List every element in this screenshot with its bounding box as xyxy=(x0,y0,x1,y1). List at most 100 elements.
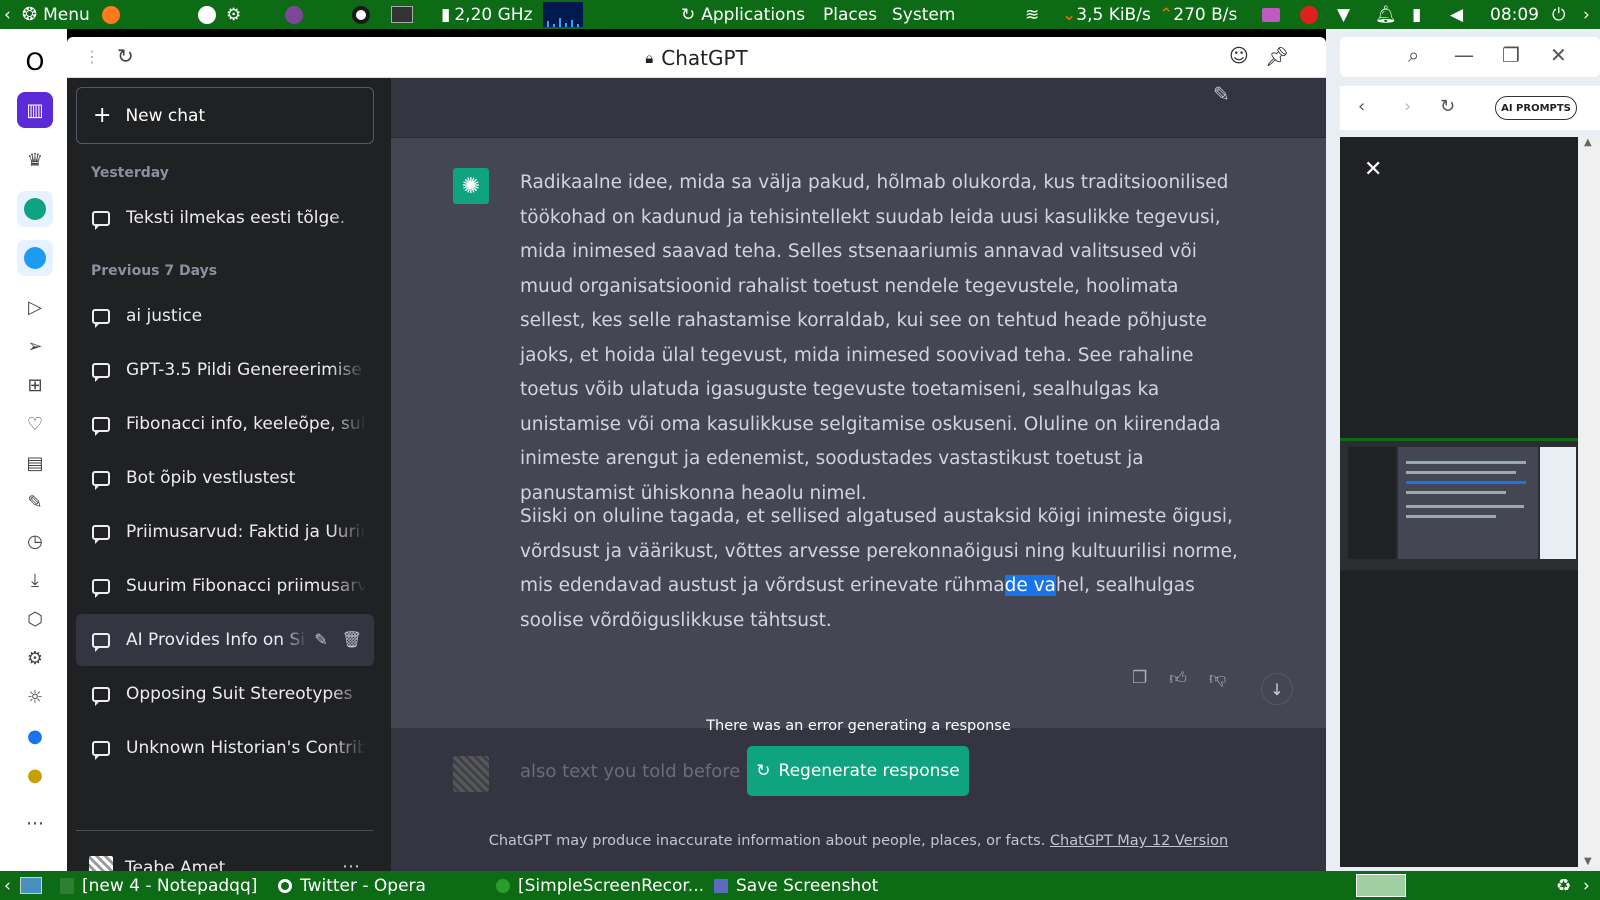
pin-icon[interactable]: 📌︎ xyxy=(1265,45,1289,68)
close-icon[interactable]: ✕ xyxy=(1364,157,1382,182)
arrow-up-icon: ⌃ xyxy=(1159,4,1174,25)
ai-prompts-button[interactable]: AI PROMPTS xyxy=(1495,96,1577,120)
regenerate-response-button[interactable]: ↻ Regenerate response xyxy=(747,746,969,796)
taskbar-item[interactable]: [SimpleScreenRecor... xyxy=(496,871,704,900)
system-menu[interactable]: System xyxy=(892,0,955,29)
screenshot-thumbnail[interactable] xyxy=(1340,438,1578,570)
bell-icon[interactable]: 🔔︎ xyxy=(1375,0,1397,29)
apps-grid-icon[interactable]: ⊞ xyxy=(17,367,53,403)
heart-icon[interactable]: ♡ xyxy=(17,406,53,442)
wifi-signal-icon[interactable]: ≋ xyxy=(1025,0,1039,29)
cube-icon[interactable]: ⬡ xyxy=(17,601,53,637)
menu-button[interactable]: ❂ Menu xyxy=(22,0,90,29)
conversation-title: AI Provides Info on Sign xyxy=(126,630,308,650)
panel-left-arrow-icon[interactable]: ‹ xyxy=(4,0,11,29)
firefox-icon[interactable] xyxy=(102,0,120,29)
conversation-item[interactable]: Fibonacci info, keeleõpe, suhtl xyxy=(76,398,374,450)
regenerate-label: Regenerate response xyxy=(778,761,960,781)
places-menu[interactable]: Places xyxy=(823,0,877,29)
chat-bubble-icon xyxy=(92,416,110,436)
anki-icon[interactable] xyxy=(198,0,216,29)
media-tray-icon[interactable] xyxy=(1262,0,1280,29)
close-icon[interactable]: ✕ xyxy=(1550,43,1567,67)
download-icon[interactable]: ⤓ xyxy=(17,562,53,598)
chatgpt-logo-icon: ✺ xyxy=(453,168,489,204)
battery-icon[interactable]: ▮ xyxy=(1412,0,1421,29)
settings-icon[interactable]: ⚙ xyxy=(17,640,53,676)
scrollbar[interactable]: ▲ ▼ xyxy=(1579,137,1600,867)
power-icon[interactable]: ⏻ xyxy=(1552,0,1565,29)
lightbulb-icon[interactable]: ☼ xyxy=(17,679,53,715)
volume-icon[interactable]: ◀ xyxy=(1450,0,1463,29)
copy-icon[interactable]: ❐ xyxy=(1132,668,1147,689)
user-message-preview: also text you told before th xyxy=(520,761,765,782)
tor-icon[interactable] xyxy=(285,0,303,29)
search-icon[interactable]: ⌕ xyxy=(1408,43,1419,67)
trash-icon[interactable]: ♻ xyxy=(1556,871,1571,900)
conversation-item[interactable]: Bot õpib vestlustest xyxy=(76,452,374,504)
thumbs-up-icon[interactable]: 👍︎ xyxy=(1169,668,1187,689)
chat-bubble-icon[interactable]: ● xyxy=(17,718,53,754)
restore-icon[interactable]: ❐ xyxy=(1502,43,1520,67)
record-icon[interactable] xyxy=(1300,0,1318,29)
conversation-item[interactable]: Unknown Historian's Contribut xyxy=(76,722,374,774)
scroll-up-icon[interactable]: ▲ xyxy=(1584,137,1592,148)
conversation-item[interactable]: ai justice xyxy=(76,290,374,342)
player-icon[interactable]: ▷ xyxy=(17,289,53,325)
terminal-icon[interactable] xyxy=(391,0,413,29)
applications-menu[interactable]: ↻ Applications xyxy=(681,0,805,29)
conversation-item[interactable]: Suurim Fibonacci priimusarv xyxy=(76,560,374,612)
version-link[interactable]: ChatGPT May 12 Version xyxy=(1050,833,1228,849)
chat-bubble-icon xyxy=(92,740,110,760)
settings-tray-icon[interactable]: ⚙ xyxy=(226,0,241,29)
trash-icon[interactable]: 🗑︎ xyxy=(342,630,362,649)
emoji-icon[interactable]: ☺ xyxy=(1229,45,1249,67)
thumbnail-line xyxy=(1406,471,1516,474)
coin-icon[interactable]: ● xyxy=(17,757,53,793)
conversation-item[interactable]: Priimusarvud: Faktid ja Uurimu xyxy=(76,506,374,558)
conversation-item[interactable]: Opposing Suit Stereotypes xyxy=(76,668,374,720)
conversation-item[interactable]: GPT-3.5 Pildi Genereerimise Ju xyxy=(76,344,374,396)
thumbs-down-icon[interactable]: 👎︎ xyxy=(1209,668,1226,689)
back-icon[interactable]: ‹ xyxy=(1358,96,1365,117)
more-icon[interactable]: ⋯ xyxy=(17,805,53,841)
minimize-icon[interactable]: — xyxy=(1454,43,1474,67)
opera-tray-icon[interactable] xyxy=(352,0,370,29)
clock[interactable]: 08:09 xyxy=(1490,0,1539,29)
show-desktop-icon[interactable] xyxy=(20,871,42,900)
editor-icon[interactable]: ✎ xyxy=(17,484,53,520)
send-icon[interactable]: ➢ xyxy=(17,328,53,364)
thumbnail-line xyxy=(1406,481,1526,484)
panel-right-arrow-icon[interactable]: › xyxy=(1583,0,1590,29)
main-header: ✎ xyxy=(391,78,1326,138)
conversation-item[interactable]: Teksti ilmekas eesti tõlge. xyxy=(76,192,374,244)
taskbar-right-arrow-icon[interactable]: › xyxy=(1583,871,1590,900)
thumbnail-sidebar xyxy=(1348,447,1396,559)
forward-icon[interactable]: › xyxy=(1404,96,1411,117)
bookmarks-reader-icon[interactable]: ▥ xyxy=(17,92,53,128)
reload-icon[interactable]: ↻ xyxy=(1440,96,1455,117)
chatgpt-sidebar-icon[interactable] xyxy=(17,191,53,227)
taskbar-item-label: Twitter - Opera xyxy=(300,875,426,896)
conversation-title: GPT-3.5 Pildi Genereerimise Ju xyxy=(126,360,366,380)
new-chat-edit-icon[interactable]: ✎ xyxy=(1213,82,1230,106)
scroll-down-button[interactable]: ↓ xyxy=(1261,673,1293,705)
taskbar-item[interactable]: Twitter - Opera xyxy=(278,871,426,900)
conversation-title: Opposing Suit Stereotypes xyxy=(126,684,353,704)
history-icon[interactable]: ◷ xyxy=(17,523,53,559)
taskbar-item[interactable]: [new 4 - Notepadqq] xyxy=(60,871,257,900)
twitter-icon[interactable] xyxy=(17,240,53,276)
taskbar-left-arrow-icon[interactable]: ‹ xyxy=(4,871,11,900)
crown-icon[interactable]: ♛ xyxy=(17,142,53,178)
assistant-message: ✺ Radikaalne idee, mida sa välja pakud, … xyxy=(391,138,1326,728)
conversation-item-active[interactable]: AI Provides Info on Sign ✎ 🗑︎ xyxy=(76,614,374,666)
disclaimer-text: ChatGPT may produce inaccurate informati… xyxy=(488,833,1046,849)
workspace-switcher[interactable] xyxy=(1356,871,1406,900)
edit-pencil-icon[interactable]: ✎ xyxy=(314,630,327,649)
opera-logo-icon[interactable]: O xyxy=(17,44,53,80)
wifi-icon[interactable]: ▼ xyxy=(1337,0,1350,29)
new-chat-button[interactable]: + New chat xyxy=(76,87,374,144)
taskbar-item[interactable]: Save Screenshot xyxy=(714,871,878,900)
scroll-down-icon[interactable]: ▼ xyxy=(1584,856,1592,867)
news-icon[interactable]: ▤ xyxy=(17,445,53,481)
